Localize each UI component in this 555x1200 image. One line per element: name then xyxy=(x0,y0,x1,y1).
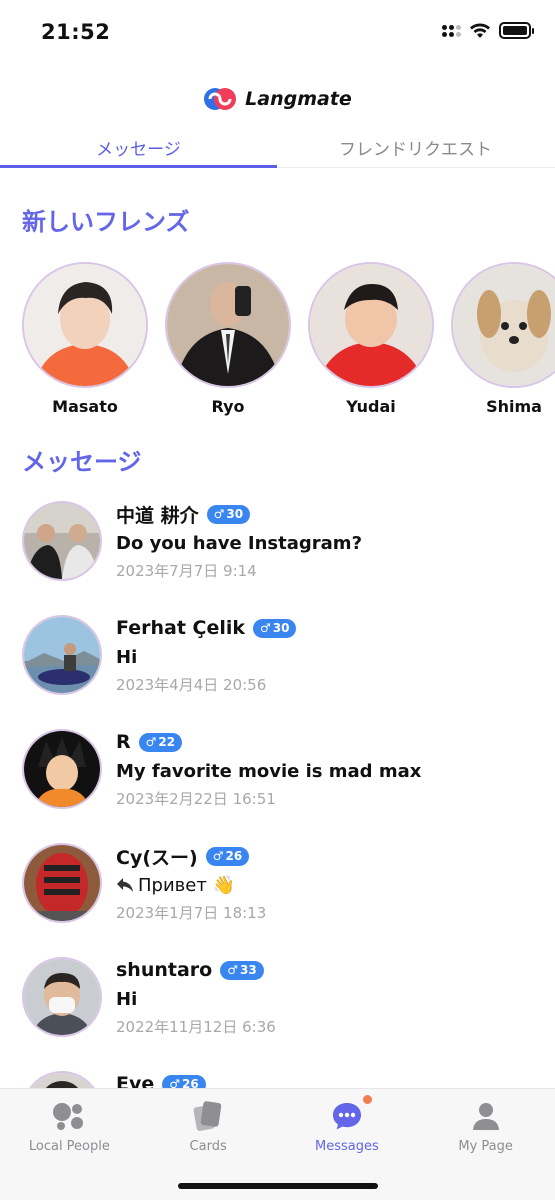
message-time: 2023年2月22日 16:51 xyxy=(116,790,276,808)
gender-age-badge: ♂ 33 xyxy=(220,960,264,980)
gender-age-badge: ♂ 22 xyxy=(138,732,183,752)
message-time: 2023年1月7日 18:13 xyxy=(116,904,267,922)
friend-avatar[interactable] xyxy=(165,262,291,388)
battery-icon xyxy=(499,22,534,39)
age-label: 30 xyxy=(226,507,244,521)
message-avatar[interactable] xyxy=(22,1071,102,1088)
message-preview: My favorite movie is mad max xyxy=(116,760,422,782)
friend-name: Masato xyxy=(52,397,118,416)
person-icon xyxy=(469,1099,503,1133)
male-icon: ♂ xyxy=(213,507,225,521)
age-label: 26 xyxy=(182,1077,199,1088)
friend-card[interactable]: Shima xyxy=(451,262,555,416)
sender-name: shuntaro xyxy=(116,959,213,981)
friend-card[interactable]: Yudai xyxy=(308,262,434,416)
friend-card[interactable]: Masato xyxy=(22,262,148,416)
message-time: 2023年7月7日 9:14 xyxy=(116,562,257,580)
nav-my-page[interactable]: My Page xyxy=(416,1089,555,1200)
sender-name: Eve xyxy=(116,1073,155,1088)
message-list: 中道 耕介 ♂ 30 Do you have Instagram? 2023年7月… xyxy=(22,500,542,1088)
status-bar: 21:52 xyxy=(0,0,555,66)
message-preview: Do you have Instagram? xyxy=(116,532,363,554)
message-time: 2022年11月12日 6:36 xyxy=(116,1018,276,1036)
message-time: 2023年4月4日 20:56 xyxy=(116,676,267,694)
app-logo: Langmate xyxy=(0,86,555,112)
sender-name: R xyxy=(116,731,131,753)
friend-name: Yudai xyxy=(346,397,396,416)
message-preview: Hi xyxy=(116,646,138,668)
age-label: 30 xyxy=(272,621,290,635)
langmate-logo-icon xyxy=(204,88,237,110)
age-label: 26 xyxy=(225,849,243,863)
nav-local-people[interactable]: Local People xyxy=(0,1089,139,1200)
message-avatar[interactable] xyxy=(22,843,102,923)
male-icon: ♂ xyxy=(227,963,238,977)
gender-age-badge: ♂ 26 xyxy=(162,1074,206,1088)
cards-icon xyxy=(191,1099,225,1133)
sender-name: 中道 耕介 xyxy=(116,504,199,527)
age-label: 22 xyxy=(158,735,176,749)
messages-title: メッセージ xyxy=(22,448,142,476)
gender-age-badge: ♂ 26 xyxy=(205,846,250,866)
logo-text: Langmate xyxy=(245,88,352,110)
male-icon: ♂ xyxy=(212,849,224,863)
message-row[interactable]: Ferhat Çelik ♂ 30 Hi 2023年4月4日 20:56 xyxy=(22,614,542,728)
status-time: 21:52 xyxy=(41,20,111,44)
message-row[interactable]: shuntaro ♂ 33 Hi 2022年11月12日 6:36 xyxy=(22,956,542,1070)
message-avatar[interactable] xyxy=(22,957,102,1037)
nav-label: Cards xyxy=(189,1139,227,1154)
message-avatar[interactable] xyxy=(22,729,102,809)
message-avatar[interactable] xyxy=(22,501,102,581)
message-row[interactable]: 中道 耕介 ♂ 30 Do you have Instagram? 2023年7月… xyxy=(22,500,542,614)
message-avatar[interactable] xyxy=(22,615,102,695)
message-preview: Привет 👋 xyxy=(116,871,536,899)
signal-icon xyxy=(442,24,461,37)
tab-friend-requests[interactable]: フレンドリクエスト xyxy=(277,128,554,167)
friend-avatar[interactable] xyxy=(451,262,555,388)
chat-bubble-icon xyxy=(330,1095,372,1133)
message-row[interactable]: R ♂ 22 My favorite movie is mad max 2023年… xyxy=(22,728,542,842)
new-friends-title: 新しいフレンズ xyxy=(22,208,190,236)
nav-label: Messages xyxy=(315,1139,379,1154)
gender-age-badge: ♂ 30 xyxy=(253,618,297,638)
tab-bar: メッセージ フレンドリクエスト xyxy=(0,128,555,168)
new-friends-list: Masato Ryo Yudai Shima xyxy=(22,262,555,416)
status-icons xyxy=(442,22,534,39)
male-icon: ♂ xyxy=(145,735,157,749)
sender-name: Ferhat Çelik xyxy=(116,617,246,639)
male-icon: ♂ xyxy=(169,1077,181,1088)
friend-avatar[interactable] xyxy=(22,262,148,388)
sender-name: Cy(スー) xyxy=(116,846,198,869)
wifi-icon xyxy=(470,23,490,38)
people-icon xyxy=(52,1099,86,1133)
male-icon: ♂ xyxy=(260,621,271,635)
age-label: 33 xyxy=(239,963,257,977)
friend-avatar[interactable] xyxy=(308,262,434,388)
message-row[interactable]: Cy(スー) ♂ 26 Привет 👋 2023年1月7日 18:13 xyxy=(22,842,542,956)
friend-card[interactable]: Ryo xyxy=(165,262,291,416)
friend-name: Ryo xyxy=(211,397,245,416)
tab-messages[interactable]: メッセージ xyxy=(0,128,277,168)
message-preview-text: Привет 👋 xyxy=(138,874,235,896)
home-indicator xyxy=(178,1183,378,1189)
reply-arrow-icon xyxy=(117,878,133,892)
notification-dot xyxy=(362,1095,372,1104)
nav-label: My Page xyxy=(458,1139,513,1154)
message-row[interactable]: Eve ♂ 26 xyxy=(22,1070,542,1088)
nav-label: Local People xyxy=(28,1139,110,1154)
gender-age-badge: ♂ 30 xyxy=(206,504,251,524)
friend-name: Shima xyxy=(486,397,542,416)
message-preview: Hi xyxy=(116,988,138,1010)
